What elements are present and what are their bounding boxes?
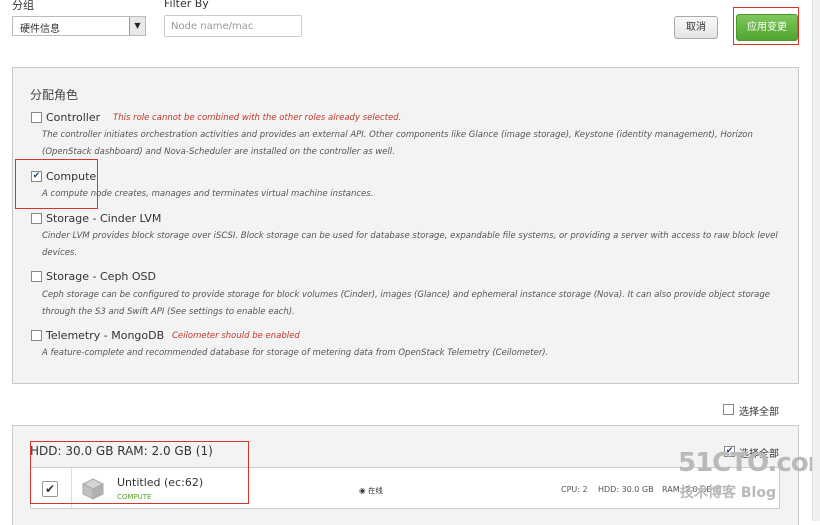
node-cpu: CPU: 2 [561, 485, 588, 494]
role-name-telemetry: Telemetry - MongoDB [46, 329, 165, 342]
group-label: 分组 [12, 0, 34, 12]
role-desc-cinder: Cinder LVM provides block storage over i… [42, 231, 778, 258]
chevron-down-icon[interactable]: ▼ [129, 17, 145, 35]
group-select-value: 硬件信息 [20, 24, 60, 35]
highlight-box-node [30, 441, 249, 504]
telemetry-checkbox[interactable] [31, 330, 42, 341]
node-hdd: HDD: 30.0 GB [598, 485, 654, 494]
role-warning-telemetry: Ceilometer should be enabled [172, 331, 300, 341]
role-desc-controller: The controller initiates orchestration a… [42, 130, 753, 157]
select-all-label: 选择全部 [739, 407, 779, 418]
ceph-checkbox[interactable] [31, 271, 42, 282]
panel-title: 分配角色 [30, 88, 79, 102]
cinder-checkbox[interactable] [31, 213, 42, 224]
watermark-line1: 51CTO.com [678, 448, 820, 478]
node-status-text: 在线 [367, 486, 383, 495]
role-desc-telemetry: A feature-complete and recommended datab… [42, 348, 549, 358]
group-select[interactable]: 硬件信息 ▼ [12, 16, 146, 36]
role-desc-compute: A compute node creates, manages and term… [42, 189, 374, 199]
roles-panel: 分配角色 Controller This role cannot be comb… [12, 67, 799, 384]
cancel-button[interactable]: 取消 [674, 16, 718, 39]
filter-input[interactable] [164, 15, 302, 37]
highlight-box-compute [15, 159, 98, 209]
role-name-controller: Controller [46, 111, 101, 124]
filter-label: Filter By [164, 0, 209, 10]
watermark-line2: 技术博客 Blog [680, 485, 776, 501]
role-name-cinder: Storage - Cinder LVM [46, 212, 162, 225]
role-desc-ceph: Ceph storage can be configured to provid… [42, 290, 770, 317]
select-all-checkbox[interactable] [723, 404, 734, 415]
online-icon: ◉ [359, 486, 366, 495]
controller-checkbox[interactable] [31, 112, 42, 123]
role-name-ceph: Storage - Ceph OSD [46, 270, 157, 283]
node-status: ◉ 在线 [359, 485, 383, 496]
highlight-box-apply [733, 7, 799, 45]
role-warning-controller: This role cannot be combined with the ot… [113, 113, 402, 123]
scrollbar[interactable] [812, 0, 820, 521]
